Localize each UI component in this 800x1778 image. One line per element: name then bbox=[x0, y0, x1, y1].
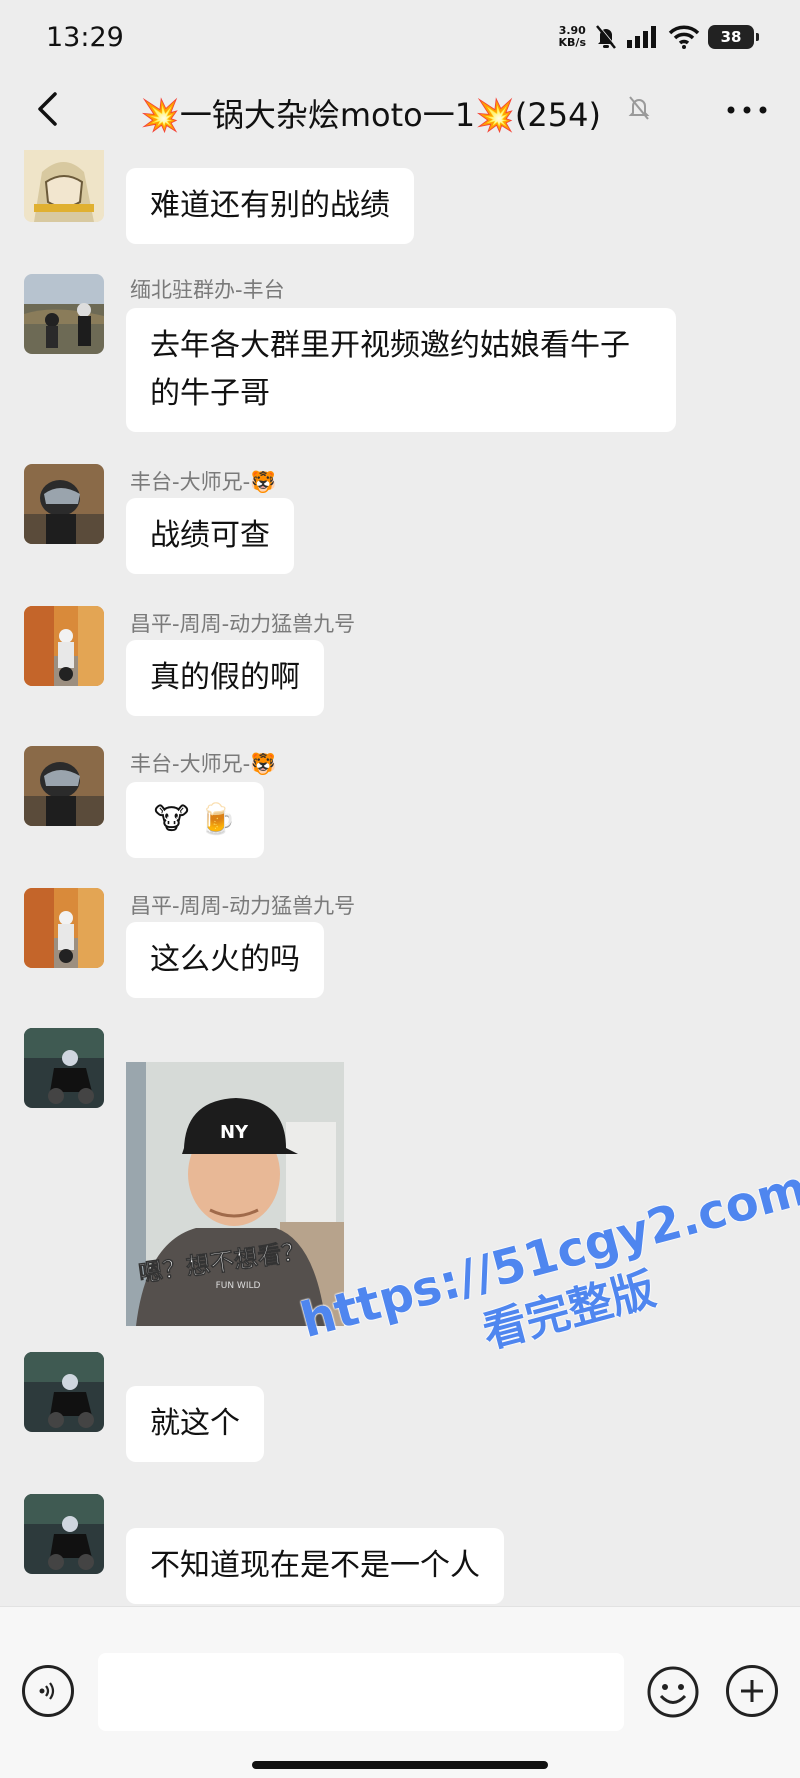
message-bubble[interactable]: 🐮 🍺 bbox=[126, 782, 264, 858]
message-list[interactable]: 难道还有别的战绩 缅北驻群办-丰台 去年各大群里开视频邀约姑娘看牛子的牛子哥 丰… bbox=[0, 150, 800, 1606]
status-bar: 13:29 3.90 KB/s 38 bbox=[0, 0, 800, 70]
message-bubble[interactable]: 不知道现在是不是一个人 bbox=[126, 1528, 504, 1604]
sender-name: 昌平-周周-动力猛兽九号 bbox=[130, 612, 356, 636]
smiley-icon bbox=[647, 1666, 699, 1718]
avatar-image bbox=[24, 888, 104, 968]
avatar-night-bike[interactable] bbox=[24, 1494, 104, 1574]
avatar-helmet[interactable] bbox=[24, 464, 104, 544]
signal-icon bbox=[627, 26, 656, 48]
avatar-autumn-bike[interactable] bbox=[24, 606, 104, 686]
status-icons: 3.90 KB/s 38 bbox=[558, 22, 759, 52]
more-dots-icon bbox=[727, 106, 767, 114]
image-message[interactable]: NY FUN WILD 嗯？想不想看？ bbox=[126, 1062, 344, 1326]
avatar-image bbox=[24, 606, 104, 686]
voice-wave-icon bbox=[39, 1682, 55, 1700]
shirt-text: FUN WILD bbox=[216, 1281, 261, 1291]
avatar-image bbox=[24, 1352, 104, 1432]
emoji-button[interactable] bbox=[646, 1665, 700, 1723]
avatar-cartoon[interactable] bbox=[24, 150, 104, 222]
avatar-helmet[interactable] bbox=[24, 746, 104, 826]
status-time: 13:29 bbox=[46, 22, 124, 53]
avatar-night-bike[interactable] bbox=[24, 1352, 104, 1432]
network-speed: 3.90 KB/s bbox=[558, 24, 586, 49]
more-options-button[interactable] bbox=[722, 88, 772, 132]
avatar-night-bike[interactable] bbox=[24, 1028, 104, 1108]
message-bubble[interactable]: 就这个 bbox=[126, 1386, 264, 1462]
sender-name: 缅北驻群办-丰台 bbox=[130, 278, 285, 302]
cap-logo: NY bbox=[220, 1122, 249, 1143]
back-button[interactable] bbox=[22, 84, 72, 134]
avatar-image bbox=[24, 274, 104, 354]
chat-title: 💥一锅大杂烩moto一1💥(254) bbox=[140, 96, 601, 134]
voice-input-button[interactable] bbox=[22, 1665, 74, 1717]
plus-icon bbox=[741, 1680, 763, 1702]
avatar-autumn-bike[interactable] bbox=[24, 888, 104, 968]
message-bubble[interactable]: 这么火的吗 bbox=[126, 922, 324, 998]
avatar-image bbox=[24, 150, 104, 222]
avatar-bikers[interactable] bbox=[24, 274, 104, 354]
avatar-image bbox=[24, 746, 104, 826]
more-functions-button[interactable] bbox=[726, 1665, 778, 1717]
mute-bell-icon bbox=[628, 96, 650, 120]
battery-icon: 38 bbox=[708, 25, 759, 49]
home-indicator[interactable] bbox=[252, 1761, 548, 1769]
avatar-image bbox=[24, 1494, 104, 1574]
input-bar bbox=[0, 1606, 800, 1778]
chevron-left-icon bbox=[38, 92, 57, 126]
avatar-image bbox=[24, 1028, 104, 1108]
message-bubble[interactable]: 真的假的啊 bbox=[126, 640, 324, 716]
meme-photo: NY FUN WILD 嗯？想不想看？ bbox=[126, 1062, 344, 1326]
message-bubble[interactable]: 战绩可查 bbox=[126, 498, 294, 574]
chat-header: 💥一锅大杂烩moto一1💥(254) bbox=[0, 70, 800, 150]
sender-name: 丰台-大师兄-🐯 bbox=[130, 752, 277, 776]
wifi-icon bbox=[668, 25, 700, 49]
bell-muted-icon bbox=[596, 24, 617, 49]
message-input[interactable] bbox=[98, 1653, 624, 1731]
sender-name: 昌平-周周-动力猛兽九号 bbox=[130, 894, 356, 918]
sender-name: 丰台-大师兄-🐯 bbox=[130, 470, 277, 494]
message-bubble[interactable]: 难道还有别的战绩 bbox=[126, 168, 414, 244]
avatar-image bbox=[24, 464, 104, 544]
message-bubble[interactable]: 去年各大群里开视频邀约姑娘看牛子的牛子哥 bbox=[126, 308, 676, 432]
